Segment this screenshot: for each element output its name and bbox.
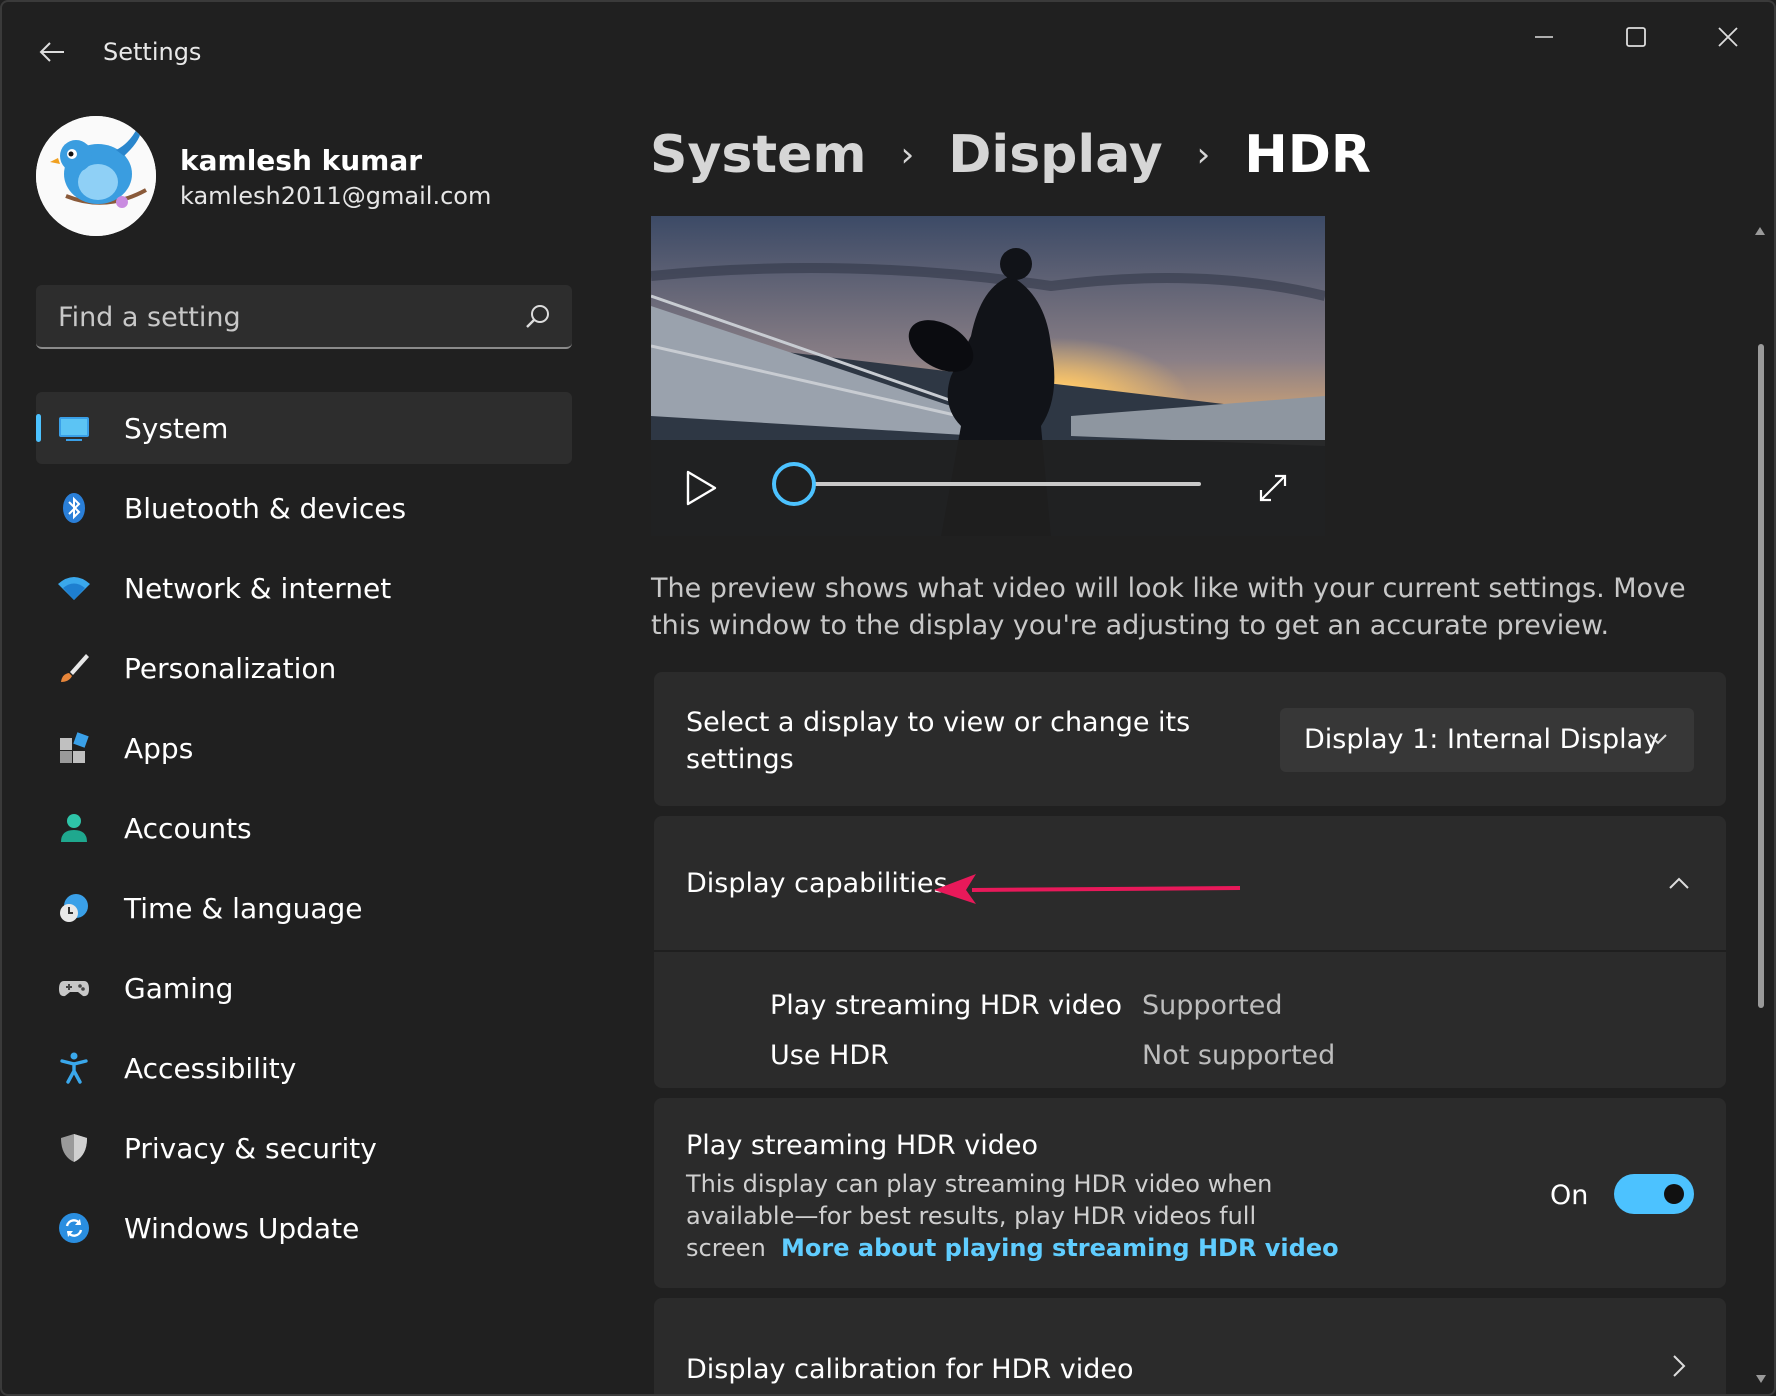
search-box[interactable]: [36, 285, 572, 349]
hdr-calibration-title: Display calibration for HDR video: [686, 1354, 1134, 1385]
sidebar-item-label: Accounts: [124, 811, 252, 845]
user-profile[interactable]: kamlesh kumar kamlesh2011@gmail.com: [36, 114, 576, 238]
chevron-right-icon: ›: [1196, 135, 1211, 175]
sidebar-item-personalization[interactable]: Personalization: [36, 632, 572, 704]
breadcrumb-system[interactable]: System: [650, 125, 867, 185]
update-icon: [59, 1213, 89, 1243]
streaming-hdr-card: Play streaming HDR video This display ca…: [654, 1098, 1726, 1288]
gamepad-icon: [59, 981, 89, 997]
search-icon[interactable]: [524, 303, 552, 331]
scrollbar[interactable]: [1754, 216, 1768, 1394]
scroll-down-icon[interactable]: [1755, 1374, 1767, 1384]
breadcrumb: System › Display › HDR: [650, 120, 1371, 190]
display-dropdown[interactable]: Display 1: Internal Display: [1280, 708, 1694, 772]
wifi-icon: [58, 577, 90, 600]
streaming-hdr-description: This display can play streaming HDR vide…: [686, 1168, 1346, 1264]
chevron-right-icon: [1673, 1355, 1686, 1377]
sidebar-item-label: Gaming: [124, 971, 234, 1005]
sidebar-item-gaming[interactable]: Gaming: [36, 952, 572, 1024]
app-title: Settings: [103, 38, 202, 66]
shield-icon: [61, 1134, 87, 1162]
sidebar-item-label: Privacy & security: [124, 1131, 377, 1165]
capability-name: Play streaming HDR video: [770, 990, 1123, 1021]
sidebar-item-label: Bluetooth & devices: [124, 491, 407, 525]
sidebar-item-accounts[interactable]: Accounts: [36, 792, 572, 864]
sidebar-item-label: Apps: [124, 731, 194, 765]
maximize-icon: [1626, 27, 1646, 47]
select-display-card: Select a display to view or change its s…: [654, 672, 1726, 806]
display-capabilities-title: Display capabilities: [686, 868, 948, 899]
hdr-video-preview[interactable]: [651, 216, 1325, 536]
accessibility-icon: [60, 1052, 88, 1084]
sidebar-item-apps[interactable]: Apps: [36, 712, 572, 784]
annotation-arrow-icon: [934, 874, 1241, 904]
toggle-state-label: On: [1550, 1180, 1589, 1211]
breadcrumb-display[interactable]: Display: [948, 125, 1162, 185]
avatar: [36, 116, 156, 236]
sidebar-item-network[interactable]: Network & internet: [36, 552, 572, 624]
display-capabilities-card: Display capabilities Play streaming HDR …: [654, 816, 1726, 1088]
search-input[interactable]: [58, 297, 498, 337]
sidebar-item-bluetooth[interactable]: Bluetooth & devices: [36, 472, 572, 544]
dropdown-selected-value: Display 1: Internal Display: [1304, 724, 1660, 755]
sidebar-item-time-language[interactable]: Time & language: [36, 872, 572, 944]
minimize-button[interactable]: [1508, 16, 1580, 58]
scroll-up-icon[interactable]: [1754, 226, 1766, 236]
chevron-right-icon: ›: [900, 135, 915, 175]
select-display-label: Select a display to view or change its s…: [686, 707, 1191, 775]
maximize-button[interactable]: [1600, 16, 1672, 58]
capability-status: Not supported: [1142, 1040, 1336, 1071]
back-button[interactable]: [32, 32, 72, 72]
chevron-up-icon[interactable]: [1668, 876, 1690, 890]
minimize-icon: [1535, 36, 1553, 38]
chevron-down-icon: [1649, 734, 1667, 745]
sidebar-item-accessibility[interactable]: Accessibility: [36, 1032, 572, 1104]
monitor-icon: [59, 417, 89, 441]
sidebar-item-system[interactable]: System: [36, 392, 572, 464]
capability-name: Use HDR: [770, 1040, 889, 1071]
video-controls: [651, 440, 1325, 536]
sidebar-item-label: Network & internet: [124, 571, 392, 605]
sidebar-nav: System Bluetooth & devices Network & int…: [36, 392, 572, 1272]
sidebar-item-label: Windows Update: [124, 1211, 360, 1245]
seek-bar[interactable]: [791, 482, 1201, 486]
clock-globe-icon: [60, 894, 88, 922]
title-bar: Settings: [2, 2, 1774, 102]
streaming-hdr-link[interactable]: More about playing streaming HDR video: [781, 1234, 1339, 1262]
sidebar-item-label: Time & language: [124, 891, 363, 925]
sidebar-item-label: System: [124, 411, 229, 445]
close-button[interactable]: [1692, 16, 1764, 58]
sidebar-item-windows-update[interactable]: Windows Update: [36, 1192, 572, 1264]
streaming-hdr-title: Play streaming HDR video: [686, 1130, 1039, 1161]
close-icon: [1718, 27, 1738, 47]
preview-description: The preview shows what video will look l…: [651, 573, 1686, 641]
streaming-hdr-toggle[interactable]: [1614, 1174, 1694, 1214]
hdr-calibration-card[interactable]: Display calibration for HDR video: [654, 1298, 1726, 1394]
brush-icon: [61, 654, 89, 682]
bluetooth-icon: [63, 493, 85, 523]
scroll-thumb[interactable]: [1758, 344, 1764, 1008]
person-icon: [61, 814, 87, 842]
seek-thumb[interactable]: [772, 462, 816, 506]
page-title: HDR: [1244, 125, 1371, 185]
apps-icon: [60, 732, 89, 763]
user-name: kamlesh kumar: [180, 144, 423, 177]
user-email: kamlesh2011@gmail.com: [180, 182, 492, 210]
sidebar-item-label: Personalization: [124, 651, 337, 685]
capability-status: Supported: [1142, 990, 1283, 1021]
toggle-knob: [1664, 1184, 1684, 1204]
sidebar-item-privacy-security[interactable]: Privacy & security: [36, 1112, 572, 1184]
back-arrow-icon: [39, 42, 64, 62]
fullscreen-icon[interactable]: [1257, 472, 1289, 504]
sidebar-item-label: Accessibility: [124, 1051, 297, 1085]
play-icon[interactable]: [685, 470, 717, 506]
settings-window: Settings kamlesh kumar kamlesh2011@gmail…: [0, 0, 1776, 1396]
